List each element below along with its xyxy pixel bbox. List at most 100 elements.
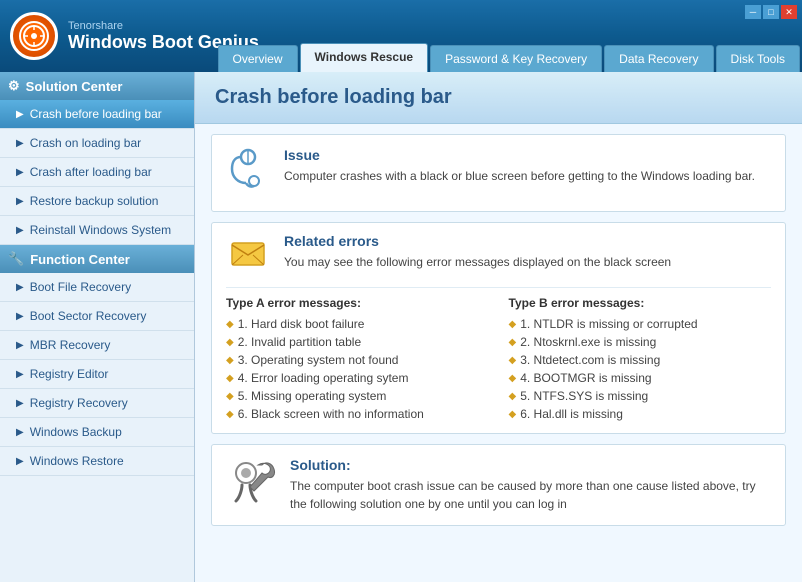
sidebar: ⚙ Solution Center ▶ Crash before loading… <box>0 72 195 582</box>
error-item: ◆6. Hal.dll is missing <box>509 405 772 423</box>
tab-overview[interactable]: Overview <box>218 45 298 72</box>
errors-content: Related errors You may see the following… <box>284 233 671 271</box>
arrow-icon: ▶ <box>16 225 24 236</box>
arrow-icon: ▶ <box>16 340 24 351</box>
arrow-icon: ▶ <box>16 369 24 380</box>
window-controls: ─ □ ✕ <box>745 5 797 19</box>
sidebar-item-boot-sector[interactable]: ▶ Boot Sector Recovery <box>0 302 194 331</box>
diamond-icon: ◆ <box>226 373 234 384</box>
issue-content: Issue Computer crashes with a black or b… <box>284 147 755 185</box>
sidebar-item-label: MBR Recovery <box>30 338 111 352</box>
sidebar-item-registry-editor[interactable]: ▶ Registry Editor <box>0 360 194 389</box>
sidebar-item-label: Boot Sector Recovery <box>30 309 147 323</box>
solution-content: Solution: The computer boot crash issue … <box>290 457 771 513</box>
arrow-icon: ▶ <box>16 282 24 293</box>
error-item: ◆5. NTFS.SYS is missing <box>509 387 772 405</box>
error-item: ◆3. Ntdetect.com is missing <box>509 351 772 369</box>
errors-columns: Type A error messages: ◆1. Hard disk boo… <box>226 296 771 423</box>
error-item: ◆5. Missing operating system <box>226 387 489 405</box>
tab-password-key-recovery[interactable]: Password & Key Recovery <box>430 45 602 72</box>
sidebar-item-label: Crash before loading bar <box>30 107 162 121</box>
function-center-icon: 🔧 <box>8 251 24 267</box>
error-item: ◆1. NTLDR is missing or corrupted <box>509 315 772 333</box>
solution-center-header: ⚙ Solution Center <box>0 72 194 100</box>
diamond-icon: ◆ <box>226 319 234 330</box>
sidebar-item-label: Registry Recovery <box>30 396 128 410</box>
error-item: ◆2. Ntoskrnl.exe is missing <box>509 333 772 351</box>
diamond-icon: ◆ <box>509 319 517 330</box>
arrow-icon: ▶ <box>16 167 24 178</box>
sidebar-item-boot-file[interactable]: ▶ Boot File Recovery <box>0 273 194 302</box>
sidebar-item-crash-on[interactable]: ▶ Crash on loading bar <box>0 129 194 158</box>
error-item: ◆4. Error loading operating sytem <box>226 369 489 387</box>
function-center-header: 🔧 Function Center <box>0 245 194 273</box>
sidebar-item-label: Crash after loading bar <box>30 165 152 179</box>
diamond-icon: ◆ <box>509 355 517 366</box>
arrow-icon: ▶ <box>16 109 24 120</box>
type-a-errors: Type A error messages: ◆1. Hard disk boo… <box>226 296 489 423</box>
sidebar-item-mbr-recovery[interactable]: ▶ MBR Recovery <box>0 331 194 360</box>
sidebar-item-windows-backup[interactable]: ▶ Windows Backup <box>0 418 194 447</box>
sidebar-item-label: Reinstall Windows System <box>30 223 171 237</box>
type-b-errors: Type B error messages: ◆1. NTLDR is miss… <box>509 296 772 423</box>
type-a-heading: Type A error messages: <box>226 296 489 310</box>
error-item: ◆6. Black screen with no information <box>226 405 489 423</box>
app-header: Tenorshare Windows Boot Genius ─ □ ✕ Ove… <box>0 0 802 72</box>
diamond-icon: ◆ <box>509 409 517 420</box>
errors-heading: Related errors <box>284 233 671 249</box>
solution-center-icon: ⚙ <box>8 78 20 94</box>
sidebar-item-label: Windows Backup <box>30 425 122 439</box>
issue-block: Issue Computer crashes with a black or b… <box>211 134 786 212</box>
sidebar-item-registry-recovery[interactable]: ▶ Registry Recovery <box>0 389 194 418</box>
solution-icon <box>226 457 276 511</box>
sidebar-item-crash-before[interactable]: ▶ Crash before loading bar <box>0 100 194 129</box>
minimize-button[interactable]: ─ <box>745 5 761 19</box>
error-item: ◆1. Hard disk boot failure <box>226 315 489 333</box>
sidebar-item-label: Restore backup solution <box>30 194 159 208</box>
maximize-button[interactable]: □ <box>763 5 779 19</box>
tab-data-recovery[interactable]: Data Recovery <box>604 45 713 72</box>
solution-center-label: Solution Center <box>26 79 123 94</box>
arrow-icon: ▶ <box>16 311 24 322</box>
diamond-icon: ◆ <box>226 409 234 420</box>
tab-windows-rescue[interactable]: Windows Rescue <box>300 43 429 72</box>
errors-description: You may see the following error messages… <box>284 253 671 271</box>
sidebar-item-label: Crash on loading bar <box>30 136 141 150</box>
arrow-icon: ▶ <box>16 427 24 438</box>
error-item: ◆2. Invalid partition table <box>226 333 489 351</box>
company-name: Tenorshare <box>68 20 259 32</box>
errors-icon <box>226 233 270 281</box>
related-errors-block: Related errors You may see the following… <box>211 222 786 434</box>
solution-block: Solution: The computer boot crash issue … <box>211 444 786 526</box>
content-area: Crash before loading bar Issue Co <box>195 72 802 582</box>
arrow-icon: ▶ <box>16 398 24 409</box>
main-layout: ⚙ Solution Center ▶ Crash before loading… <box>0 72 802 582</box>
diamond-icon: ◆ <box>226 337 234 348</box>
content-title: Crash before loading bar <box>195 72 802 124</box>
sidebar-item-label: Boot File Recovery <box>30 280 131 294</box>
sidebar-item-label: Windows Restore <box>30 454 124 468</box>
diamond-icon: ◆ <box>509 337 517 348</box>
issue-icon <box>226 147 270 199</box>
close-button[interactable]: ✕ <box>781 5 797 19</box>
sidebar-item-windows-restore[interactable]: ▶ Windows Restore <box>0 447 194 476</box>
diamond-icon: ◆ <box>226 391 234 402</box>
nav-tabs: Overview Windows Rescue Password & Key R… <box>218 43 802 72</box>
arrow-icon: ▶ <box>16 456 24 467</box>
issue-description: Computer crashes with a black or blue sc… <box>284 167 755 185</box>
arrow-icon: ▶ <box>16 196 24 207</box>
sidebar-item-restore-backup[interactable]: ▶ Restore backup solution <box>0 187 194 216</box>
sidebar-item-reinstall-windows[interactable]: ▶ Reinstall Windows System <box>0 216 194 245</box>
function-center-label: Function Center <box>30 252 130 267</box>
sidebar-item-crash-after[interactable]: ▶ Crash after loading bar <box>0 158 194 187</box>
error-item: ◆3. Operating system not found <box>226 351 489 369</box>
solution-description: The computer boot crash issue can be cau… <box>290 477 771 513</box>
diamond-icon: ◆ <box>226 355 234 366</box>
logo-icon <box>10 12 58 60</box>
type-b-heading: Type B error messages: <box>509 296 772 310</box>
errors-header: Related errors You may see the following… <box>226 233 771 288</box>
diamond-icon: ◆ <box>509 373 517 384</box>
solution-heading: Solution: <box>290 457 771 473</box>
tab-disk-tools[interactable]: Disk Tools <box>716 45 800 72</box>
error-item: ◆4. BOOTMGR is missing <box>509 369 772 387</box>
